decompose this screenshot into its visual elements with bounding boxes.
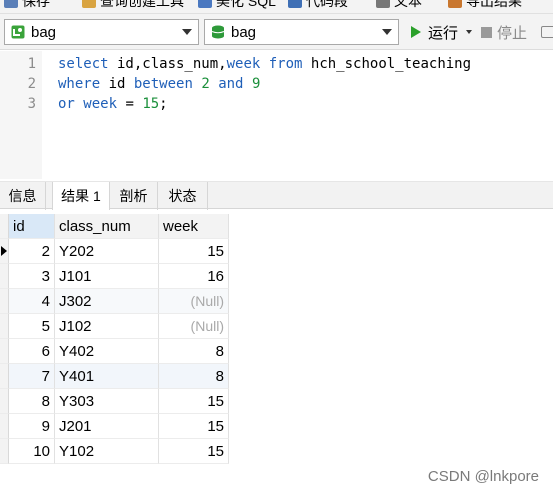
chevron-down-icon — [382, 29, 392, 35]
table-row[interactable]: 2 Y202 15 — [0, 239, 229, 264]
database-select[interactable]: bag — [204, 19, 399, 45]
cell-week[interactable]: 8 — [159, 339, 229, 364]
chevron-down-icon — [182, 29, 192, 35]
table-row[interactable]: 3 J101 16 — [0, 264, 229, 289]
database-icon — [211, 25, 225, 39]
database-value: bag — [231, 23, 257, 41]
table-row[interactable]: 9 J201 15 — [0, 414, 229, 439]
table-row[interactable]: 10 Y102 15 — [0, 439, 229, 464]
run-button[interactable]: 运行 — [410, 19, 473, 45]
row-indicator — [0, 239, 9, 264]
query-builder-icon — [82, 0, 96, 8]
connection-select[interactable]: bag — [4, 19, 199, 45]
code-snippet-icon — [288, 0, 302, 8]
line-number-gutter: 1 2 3 — [0, 51, 42, 179]
beautify-sql-button[interactable]: 美化 SQL — [198, 0, 276, 11]
cell-class-num[interactable]: Y102 — [55, 439, 159, 464]
cell-week[interactable]: 15 — [159, 439, 229, 464]
cell-id[interactable]: 6 — [9, 339, 55, 364]
cell-week[interactable]: 8 — [159, 364, 229, 389]
table-row[interactable]: 6 Y402 8 — [0, 339, 229, 364]
cell-class-num[interactable]: J201 — [55, 414, 159, 439]
grid-header-row: id class_num week — [0, 214, 229, 239]
cell-id[interactable]: 7 — [9, 364, 55, 389]
code-snippet-button[interactable]: 代码段 — [288, 0, 348, 11]
row-indicator — [0, 364, 9, 389]
main-toolbar: 保存 查询创建工具 美化 SQL 代码段 文本 导出结果 — [0, 0, 553, 14]
cell-week[interactable]: (Null) — [159, 314, 229, 339]
play-icon — [411, 26, 421, 38]
save-button[interactable]: 保存 — [4, 0, 50, 11]
row-indicator-header — [0, 214, 9, 239]
cell-id[interactable]: 2 — [9, 239, 55, 264]
export-icon — [448, 0, 462, 8]
cell-id[interactable]: 5 — [9, 314, 55, 339]
cell-week[interactable]: 16 — [159, 264, 229, 289]
text-icon — [376, 0, 390, 8]
explain-icon[interactable] — [541, 26, 553, 38]
export-result-button[interactable]: 导出结果 — [448, 0, 522, 11]
code-line-2: where id between 2 and 9 — [58, 76, 261, 92]
beautify-sql-icon — [198, 0, 212, 8]
code-line-3: or week = 15; — [58, 96, 168, 112]
row-indicator — [0, 389, 9, 414]
column-header-week[interactable]: week — [159, 214, 229, 239]
connection-icon — [11, 25, 25, 39]
cell-id[interactable]: 10 — [9, 439, 55, 464]
cell-id[interactable]: 9 — [9, 414, 55, 439]
cell-id[interactable]: 4 — [9, 289, 55, 314]
cell-week[interactable]: (Null) — [159, 289, 229, 314]
sql-editor[interactable]: 1 2 3 select id,class_num,week from hch_… — [0, 51, 553, 179]
cell-class-num[interactable]: J102 — [55, 314, 159, 339]
cell-class-num[interactable]: Y202 — [55, 239, 159, 264]
table-row[interactable]: 4 J302 (Null) — [0, 289, 229, 314]
watermark: CSDN @lnkpore — [427, 468, 539, 485]
row-indicator — [0, 289, 9, 314]
save-icon — [4, 0, 18, 8]
tab-info[interactable]: 信息 — [0, 182, 46, 210]
cell-id[interactable]: 3 — [9, 264, 55, 289]
tab-status[interactable]: 状态 — [158, 182, 208, 210]
query-builder-button[interactable]: 查询创建工具 — [82, 0, 184, 11]
cell-id[interactable]: 8 — [9, 389, 55, 414]
cell-week[interactable]: 15 — [159, 389, 229, 414]
line-number: 1 — [27, 56, 36, 72]
row-indicator — [0, 264, 9, 289]
tab-profile[interactable]: 剖析 — [110, 182, 158, 210]
line-number: 2 — [27, 76, 36, 92]
connection-value: bag — [31, 23, 57, 41]
code-line-1: select id,class_num,week from hch_school… — [58, 56, 472, 72]
table-row[interactable]: 5 J102 (Null) — [0, 314, 229, 339]
cell-class-num[interactable]: J101 — [55, 264, 159, 289]
row-indicator — [0, 314, 9, 339]
row-indicator — [0, 414, 9, 439]
stop-icon — [481, 26, 492, 38]
column-header-class-num[interactable]: class_num — [55, 214, 159, 239]
cell-week[interactable]: 15 — [159, 414, 229, 439]
row-indicator — [0, 339, 9, 364]
run-dropdown-icon[interactable] — [466, 30, 473, 34]
cell-class-num[interactable]: J302 — [55, 289, 159, 314]
cell-class-num[interactable]: Y401 — [55, 364, 159, 389]
row-indicator — [0, 439, 9, 464]
current-row-pointer-icon — [1, 246, 7, 256]
column-header-id[interactable]: id — [9, 214, 55, 239]
cell-class-num[interactable]: Y303 — [55, 389, 159, 414]
stop-button[interactable]: 停止 — [481, 19, 527, 45]
table-row[interactable]: 8 Y303 15 — [0, 389, 229, 414]
line-number: 3 — [27, 96, 36, 112]
cell-class-num[interactable]: Y402 — [55, 339, 159, 364]
result-tabs: 信息 结果 1 剖析 状态 — [0, 181, 553, 210]
cell-week[interactable]: 15 — [159, 239, 229, 264]
table-row[interactable]: 7 Y401 8 — [0, 364, 229, 389]
text-button[interactable]: 文本 — [376, 0, 422, 11]
connection-bar: bag bag 运行 停止 — [0, 14, 553, 50]
tab-result-1[interactable]: 结果 1 — [52, 182, 110, 210]
